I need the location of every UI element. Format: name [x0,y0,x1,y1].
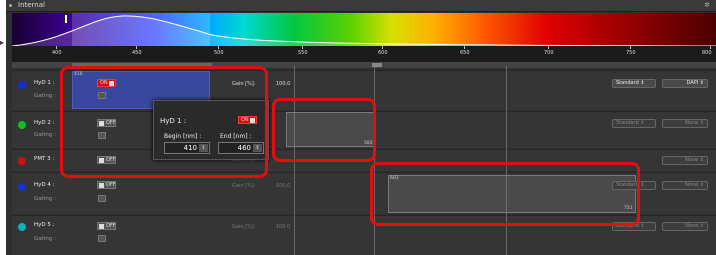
tick-label: 600 [378,50,388,56]
mode-dropdown[interactable]: Standard ⇕ [612,119,656,128]
detector-label: HyD 2 : [34,120,55,126]
emission-curve [12,15,716,46]
detector-label: PMT 3 : [34,156,55,162]
gating-label: Gating : [34,196,56,202]
annotation-highlight [370,162,640,226]
tick-label: 750 [626,50,636,56]
arrow-icon: ▸ [0,38,5,47]
tick-label: 700 [544,50,554,56]
hyd4-toggle[interactable]: OFF [97,181,116,189]
channel-color-dot [18,121,26,129]
channel-color-dot [18,183,26,191]
gating-label: Gating : [34,132,56,138]
gain-label: Gain [%]: [232,183,256,189]
annotation-highlight [272,98,376,162]
channel-color-dot [18,223,26,231]
tick-label: 400 [52,50,62,56]
mode-dropdown[interactable]: Standard ⇕ [612,79,656,88]
title-bar: Internal ✲ [6,0,716,12]
wavelength-scale: 400 450 500 550 600 650 700 750 800 [12,46,716,62]
detector-label: HyD 1 : [34,80,55,86]
gain-value[interactable]: 100.0 [276,183,290,189]
dye-dropdown[interactable]: None ⇕ [662,156,708,165]
channel-color-dot [18,81,26,89]
gain-label: Gain [%]: [232,224,256,230]
laser-line-marker[interactable] [64,14,68,24]
pin-icon[interactable]: ✲ [704,1,710,9]
channel-color-dot [18,157,26,165]
dye-dropdown[interactable]: None ⇕ [662,119,708,128]
gating-checkbox[interactable] [98,195,106,202]
dye-dropdown[interactable]: DAPI ⇕ [662,79,708,88]
detector-label: HyD 5 : [34,222,55,228]
gating-label: Gating : [34,236,56,242]
bullet-icon [9,4,12,7]
tick-label: 650 [460,50,470,56]
panel-title: Internal [18,1,45,9]
gain-value[interactable]: 100.0 [276,224,290,230]
dye-dropdown[interactable]: None ⇕ [662,222,708,231]
tick-label: 550 [298,50,308,56]
detector-label: HyD 4 : [34,182,55,188]
tick-label: 800 [702,50,712,56]
annotation-highlight [60,66,268,178]
tick-label: 500 [214,50,224,56]
guide-line [506,66,507,255]
hyd5-toggle[interactable]: OFF [97,222,116,230]
dye-dropdown[interactable]: None ⇕ [662,181,708,190]
gain-value[interactable]: 100.0 [276,81,290,87]
tick-label: 450 [132,50,142,56]
guide-line [374,66,375,255]
gating-checkbox[interactable] [98,235,106,242]
gating-label: Gating : [34,93,56,99]
